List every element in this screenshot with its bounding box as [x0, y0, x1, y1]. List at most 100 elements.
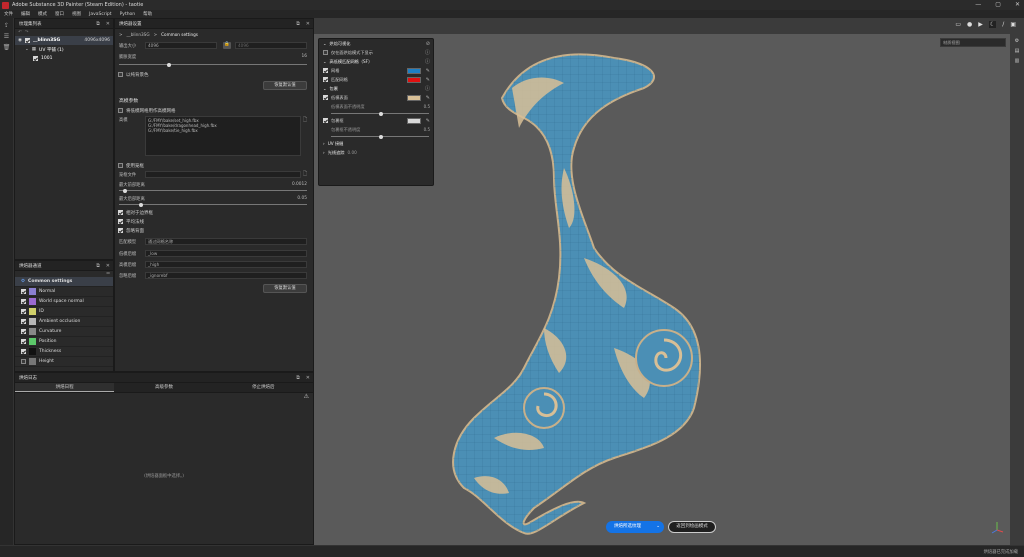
channel-item[interactable]: Curvature [15, 327, 113, 337]
minimize-button[interactable]: — [975, 1, 981, 8]
file-open-icon[interactable]: 🗋 [303, 117, 307, 125]
trash-icon[interactable]: 🗑 [3, 45, 11, 51]
chevron-down-icon[interactable]: ⌄ [323, 86, 327, 91]
mesh-file[interactable]: G:/FMY/bake/tie_high.fbx [148, 128, 298, 133]
uv-tile-item[interactable]: 1001 [15, 54, 113, 63]
tab-after-stop[interactable]: 停止烘焙后 [214, 383, 313, 392]
channel-item[interactable]: Normal [15, 287, 113, 297]
use-lowpoly-checkbox[interactable] [118, 108, 123, 113]
chevron-right-icon[interactable]: › [323, 150, 325, 155]
lowpoly-suffix-input[interactable]: _low [145, 250, 307, 257]
screenshot-icon[interactable]: ▣ [1010, 21, 1016, 28]
reset-defaults-button[interactable]: 恢复默认值 [263, 81, 307, 90]
overlay-option-checkbox[interactable] [323, 50, 328, 55]
settings-icon[interactable]: ⚙ [1010, 38, 1024, 44]
opacity-value[interactable]: 0.5 [424, 127, 430, 132]
menu-edit[interactable]: 编辑 [21, 11, 30, 17]
chevron-right-icon[interactable]: › [323, 141, 325, 146]
redo-icon[interactable]: ↷ [25, 30, 29, 35]
hide-icon[interactable]: ⊘ [426, 41, 430, 47]
export-icon[interactable]: ⇪ [3, 23, 11, 29]
section-header[interactable]: › UV 接缝 [319, 139, 433, 148]
section-header[interactable]: ⌄ 高低模匹配网格（SF） ⓘ [319, 57, 433, 66]
close-icon[interactable]: ✕ [306, 375, 310, 381]
eyedropper-icon[interactable]: ✎ [426, 118, 430, 124]
bake-selected-button[interactable]: 烘焙所选纹理 ⌄ [606, 521, 664, 533]
close-icon[interactable]: ✕ [106, 21, 110, 27]
dilation-value[interactable]: 16 [302, 54, 307, 59]
eyedropper-icon[interactable]: ✎ [426, 68, 430, 74]
float-icon[interactable]: ⧉ [96, 21, 100, 27]
menu-window[interactable]: 窗口 [55, 11, 64, 17]
chevron-down-icon[interactable]: ⌄ [25, 47, 29, 52]
file-open-icon[interactable]: 🗋 [303, 171, 307, 179]
cage-checkbox[interactable] [323, 118, 328, 123]
slider-knob[interactable] [167, 62, 171, 67]
mesh-checkbox[interactable] [323, 68, 328, 73]
channel-item[interactable]: Thickness [15, 347, 113, 357]
section-header[interactable]: › 光线追踪 0.00 [319, 148, 433, 157]
channel-item[interactable]: Position [15, 337, 113, 347]
slider-knob[interactable] [379, 134, 383, 139]
slider-knob[interactable] [379, 111, 383, 116]
menu-javascript[interactable]: JavaScript [89, 12, 112, 17]
max-rear-slider[interactable] [119, 202, 307, 207]
output-size-select[interactable]: 4096 [145, 42, 217, 49]
relative-bbox-checkbox[interactable] [118, 210, 123, 215]
eyedropper-icon[interactable]: ✎ [426, 77, 430, 83]
texture-set-item[interactable]: ◉ __blinn3SG 4096x4096 [15, 36, 113, 45]
channel-checkbox[interactable] [21, 289, 26, 294]
ignore-suffix-input[interactable]: _ignorebf [145, 272, 307, 279]
channel-checkbox[interactable] [21, 339, 26, 344]
cage-file-input[interactable] [145, 171, 301, 178]
match-select[interactable]: 通过网格名称 [145, 238, 307, 245]
chevron-down-icon[interactable]: ⌄ [323, 59, 327, 64]
section-header[interactable]: ⌄ 包裹 ⓘ [319, 84, 433, 93]
channel-item[interactable]: ⚙ Common settings [15, 277, 113, 287]
match-checkbox[interactable] [323, 77, 328, 82]
set-checkbox[interactable] [24, 38, 30, 43]
menu-mode[interactable]: 模式 [38, 11, 47, 17]
cage-opacity-slider[interactable] [331, 134, 429, 139]
reset-defaults-button-2[interactable]: 恢复默认值 [263, 284, 307, 293]
channel-item[interactable]: World space normal [15, 297, 113, 307]
dilation-slider[interactable] [119, 62, 307, 67]
chevron-down-icon[interactable]: ⌄ [656, 521, 660, 533]
breadcrumb-set[interactable]: __blinn3SG [127, 32, 150, 37]
eyedropper-icon[interactable]: ✎ [426, 95, 430, 101]
tab-advanced[interactable]: 高级参数 [114, 383, 213, 392]
lock-icon[interactable]: 🔒 [223, 42, 231, 49]
lowpoly-opacity-slider[interactable] [331, 111, 429, 116]
folder-icon[interactable]: ▭ [955, 21, 961, 28]
slider-knob[interactable] [139, 202, 143, 207]
menu-help[interactable]: 帮助 [143, 11, 152, 17]
tab-bake-schedule[interactable]: 烘焙日程 [15, 383, 115, 392]
shading-mode-select[interactable]: 材质视图 [940, 38, 1006, 47]
channel-checkbox[interactable] [21, 319, 26, 324]
channel-item[interactable]: Ambient occlusion [15, 317, 113, 327]
mesh-color-swatch[interactable] [407, 67, 421, 74]
undo-icon[interactable]: ↶ [18, 30, 22, 35]
render-icon[interactable]: ● [967, 21, 972, 28]
ignore-backface-checkbox[interactable] [118, 228, 123, 233]
use-cage-checkbox[interactable] [118, 163, 123, 168]
eye-icon[interactable]: ◉ [18, 38, 22, 43]
layers-icon[interactable]: ☰ [3, 34, 11, 40]
return-to-paint-button[interactable]: 返回到绘画模式 [668, 521, 716, 533]
display-icon[interactable]: ▤ [1010, 48, 1024, 54]
menu-view[interactable]: 视图 [72, 11, 81, 17]
close-icon[interactable]: ✕ [306, 21, 310, 27]
channel-item[interactable]: ID [15, 307, 113, 317]
max-front-value[interactable]: 0.0012 [292, 182, 307, 187]
uv-tile-group[interactable]: ⌄ ▦ UV 平铺 (1) [15, 45, 113, 54]
output-size-select-2[interactable]: 4096 [235, 42, 307, 49]
camera-icon[interactable]: ▶ [978, 21, 983, 28]
channel-checkbox[interactable] [21, 299, 26, 304]
chevron-down-icon[interactable]: ⌄ [323, 41, 327, 46]
slider-knob[interactable] [123, 188, 127, 193]
max-front-slider[interactable] [119, 188, 307, 193]
float-icon[interactable]: ⧉ [296, 375, 300, 381]
channel-checkbox[interactable] [21, 309, 26, 314]
close-icon[interactable]: ✕ [106, 263, 110, 269]
lowpoly-color-swatch[interactable] [407, 94, 421, 101]
